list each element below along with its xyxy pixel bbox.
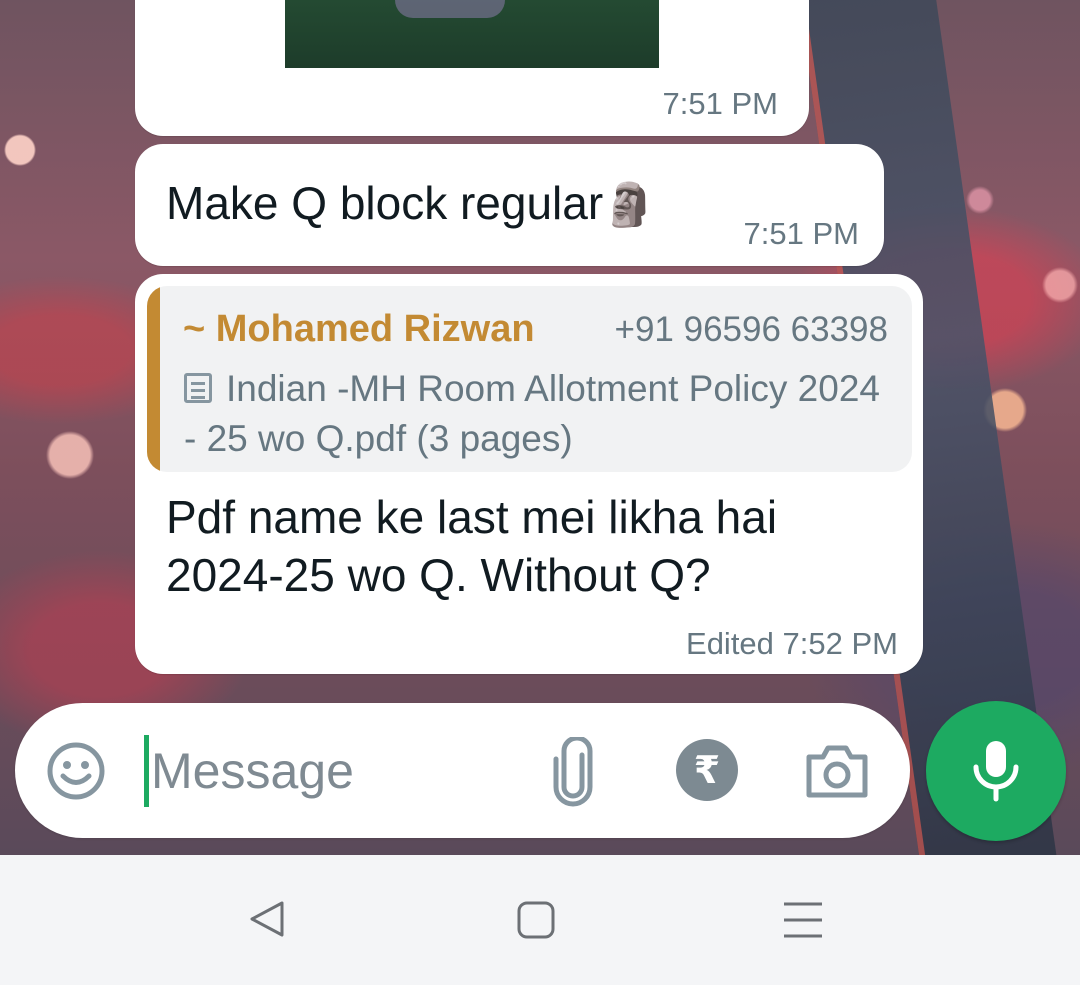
message-body: Make Q block regular — [166, 177, 604, 229]
mic-button[interactable] — [926, 701, 1066, 841]
rupee-icon[interactable]: ₹ — [676, 739, 738, 801]
document-name: Indian -MH Room Allotment Policy 2024 - … — [184, 368, 880, 459]
quote-phone-number: +91 96596 63398 — [614, 310, 888, 349]
camera-icon[interactable] — [805, 743, 869, 799]
mic-icon — [973, 741, 1019, 802]
emoji-icon[interactable] — [46, 741, 106, 801]
home-icon[interactable] — [517, 901, 555, 939]
message-text: Pdf name ke last mei likha hai 2024-25 w… — [166, 491, 778, 601]
message-input[interactable] — [151, 733, 531, 809]
attach-icon[interactable] — [549, 737, 599, 807]
message-time: 7:51 PM — [743, 216, 859, 251]
message-time: 7:52 PM — [782, 626, 898, 661]
text-cursor — [144, 735, 149, 807]
back-icon[interactable] — [246, 899, 286, 939]
quote-accent-bar — [147, 286, 160, 472]
recent-apps-icon[interactable] — [783, 901, 823, 939]
quote-author: ~ Mohamed Rizwan — [183, 308, 535, 350]
message-meta: Edited 7:52 PM — [686, 626, 898, 662]
document-icon — [184, 373, 212, 403]
image-thumbnail[interactable] — [285, 0, 659, 68]
message-composer: ₹ — [15, 703, 910, 838]
moai-emoji: 🗿 — [603, 181, 656, 228]
reply-message-bubble[interactable]: ~ Mohamed Rizwan +91 96596 63398 Indian … — [135, 274, 923, 674]
message-time: 7:51 PM — [662, 86, 778, 121]
system-navigation-bar — [0, 855, 1080, 985]
quoted-document: Indian -MH Room Allotment Policy 2024 - … — [184, 364, 894, 464]
message-text: Make Q block regular🗿 — [166, 176, 655, 230]
image-message-bubble[interactable]: 7:51 PM — [135, 0, 809, 136]
edited-label: Edited — [686, 626, 774, 661]
text-message-bubble[interactable]: Make Q block regular🗿 7:51 PM — [135, 144, 884, 266]
quoted-message[interactable]: ~ Mohamed Rizwan +91 96596 63398 Indian … — [147, 286, 912, 472]
